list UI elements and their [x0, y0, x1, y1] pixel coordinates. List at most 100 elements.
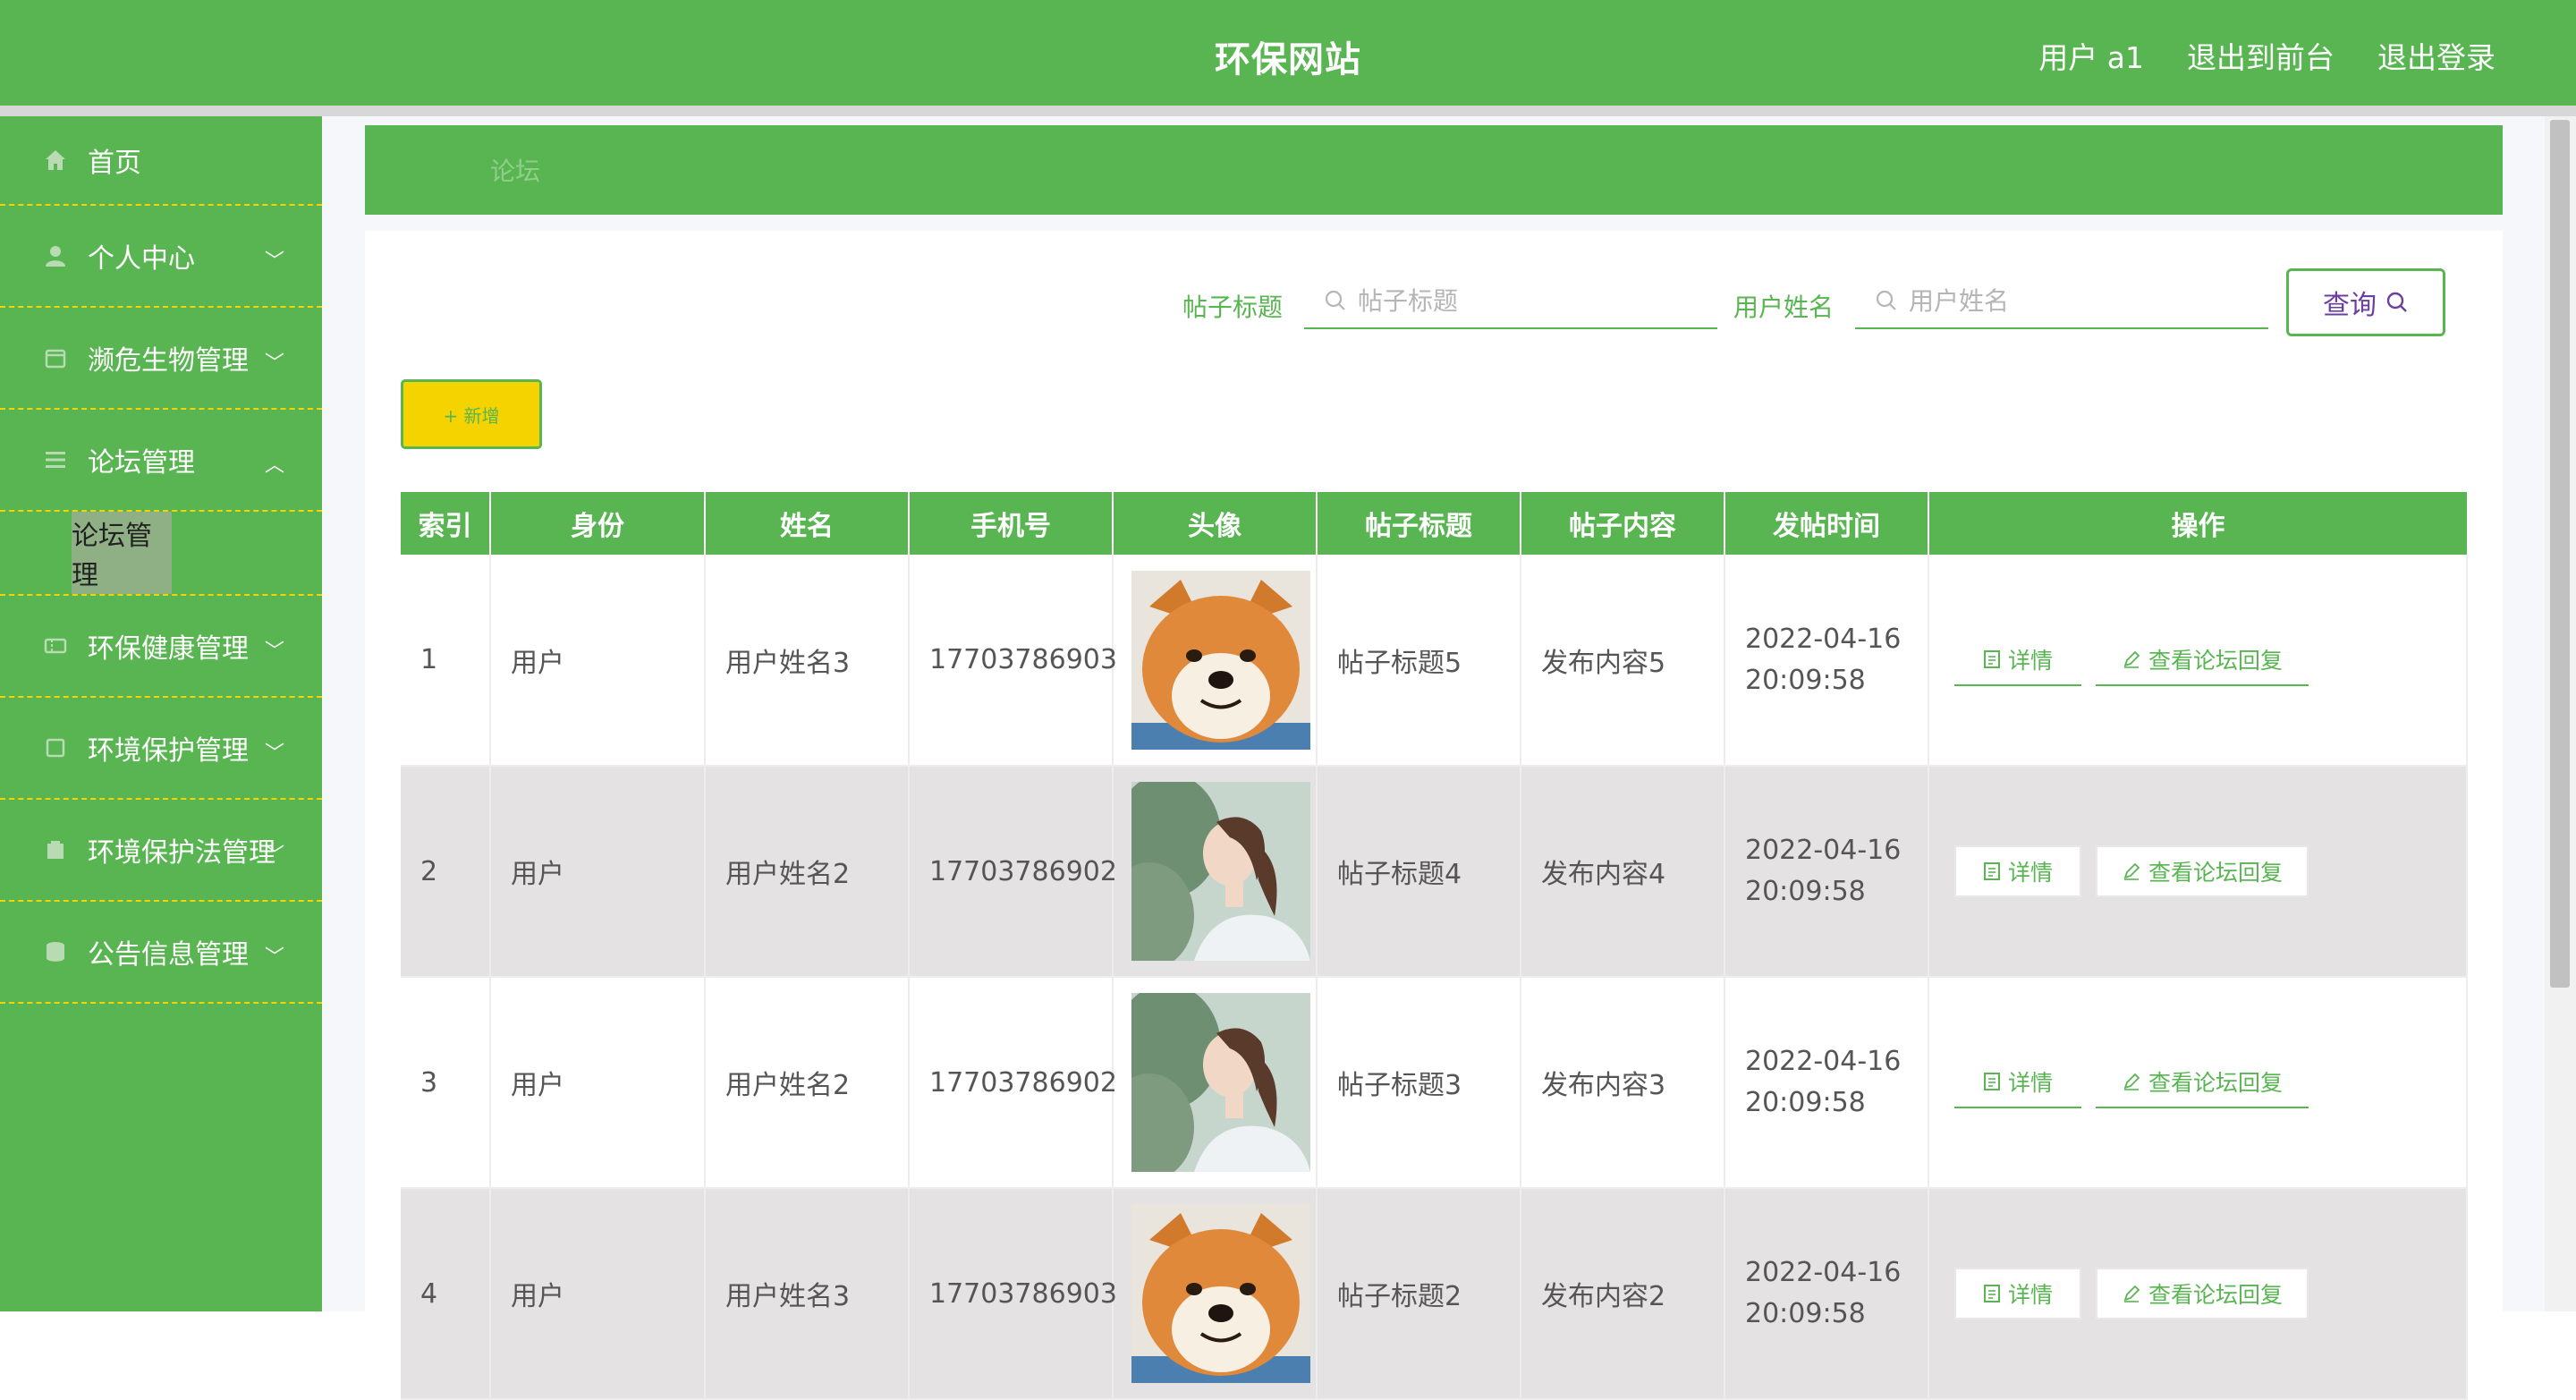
- back-to-front-link[interactable]: 退出到前台: [2187, 34, 2334, 77]
- sidebar-item-env-protection[interactable]: 环境保护管理 ﹀: [0, 698, 322, 800]
- view-replies-button[interactable]: 查看论坛回复: [2096, 633, 2309, 686]
- girl-portrait-image: [1131, 993, 1310, 1172]
- view-replies-button-label: 查看论坛回复: [2148, 860, 2283, 886]
- edit-icon: [2123, 1073, 2140, 1090]
- column-header-name: 姓名: [705, 492, 910, 555]
- table-row: 2 用户 用户姓名2 17703786902 帖子标题4 发布内容4 2022-…: [401, 766, 2468, 978]
- cell-index: 1: [401, 555, 491, 767]
- chevron-down-icon: ﹀: [264, 352, 284, 375]
- scrollbar-thumb[interactable]: [2550, 120, 2570, 988]
- view-replies-button[interactable]: 查看论坛回复: [2096, 1268, 2309, 1319]
- row-actions: 详情 查看论坛回复: [1949, 633, 2466, 686]
- forum-table: 索引 身份 姓名 手机号 头像 帖子标题 帖子内容 发帖时间 操作 1 用户 用…: [401, 492, 2468, 1400]
- view-replies-button-label: 查看论坛回复: [2148, 647, 2283, 674]
- column-header-content: 帖子内容: [1521, 492, 1725, 555]
- breadcrumb-current: 论坛: [490, 157, 541, 186]
- cell-actions: 详情 查看论坛回复: [1928, 555, 2468, 767]
- table-header-row: 索引 身份 姓名 手机号 头像 帖子标题 帖子内容 发帖时间 操作: [401, 492, 2467, 555]
- view-replies-button[interactable]: 查看论坛回复: [2096, 1056, 2309, 1108]
- cell-time: 2022-04-16 20:09:58: [1724, 977, 1929, 1189]
- cell-title: 帖子标题4: [1317, 766, 1521, 978]
- edit-icon: [2123, 1285, 2140, 1302]
- avatar[interactable]: [1131, 1204, 1310, 1383]
- cell-actions: 详情 查看论坛回复: [1928, 766, 2468, 978]
- username-search-input[interactable]: [1907, 284, 2250, 317]
- query-button[interactable]: 查询: [2286, 268, 2445, 336]
- cell-phone: 17703786902: [909, 977, 1117, 1189]
- table-row: 3 用户 用户姓名2 17703786902 帖子标题3 发布内容3 2022-…: [401, 977, 2468, 1189]
- cell-time: 2022-04-16 20:09:58: [1724, 1188, 1929, 1400]
- box-icon: [43, 735, 68, 760]
- forum-submenu: 论坛管理: [0, 512, 322, 596]
- cell-time: 2022-04-16 20:09:58: [1724, 555, 1929, 767]
- cell-index: 3: [401, 977, 491, 1189]
- sidebar: 首页 个人中心 ﹀ 濒危生物管理 ﹀ 论坛管理 ︿ 论坛管理 环保健康管理 ﹀: [0, 116, 322, 1311]
- avatar[interactable]: [1131, 993, 1310, 1172]
- cell-index: 4: [401, 1188, 491, 1400]
- document-icon: [1983, 862, 2000, 880]
- sidebar-item-announcements[interactable]: 公告信息管理 ﹀: [0, 902, 322, 1004]
- vertical-scrollbar[interactable]: [2545, 116, 2576, 1311]
- chevron-down-icon: ﹀: [264, 946, 284, 969]
- sidebar-item-home[interactable]: 首页: [0, 116, 322, 206]
- column-header-title: 帖子标题: [1317, 492, 1521, 555]
- cell-role: 用户: [490, 555, 706, 767]
- detail-button[interactable]: 详情: [1954, 1056, 2081, 1108]
- sidebar-item-env-law[interactable]: 环境保护法管理 ﹀: [0, 800, 322, 902]
- chevron-down-icon: ﹀: [264, 844, 284, 867]
- cell-name: 用户姓名2: [705, 977, 910, 1189]
- cell-actions: 详情 查看论坛回复: [1928, 977, 2468, 1189]
- view-replies-button[interactable]: 查看论坛回复: [2096, 845, 2309, 897]
- cell-content: 发布内容3: [1521, 977, 1725, 1189]
- avatar[interactable]: [1131, 570, 1310, 750]
- user-icon: [43, 243, 68, 268]
- search-icon: [1324, 289, 1347, 312]
- add-button[interactable]: + 新增: [401, 379, 542, 449]
- avatar[interactable]: [1131, 782, 1310, 961]
- row-actions: 详情 查看论坛回复: [1949, 1056, 2466, 1108]
- ticket-icon: [43, 633, 68, 658]
- detail-button-label: 详情: [2007, 1070, 2053, 1096]
- column-header-role: 身份: [490, 492, 706, 555]
- logout-link[interactable]: 退出登录: [2377, 34, 2496, 77]
- breadcrumb: 论坛: [365, 125, 2503, 215]
- sidebar-item-personal-center[interactable]: 个人中心 ﹀: [0, 206, 322, 308]
- sidebar-item-label: 环境保护法管理: [88, 837, 275, 869]
- header-actions: 用户 a1 退出到前台 退出登录: [2038, 34, 2496, 77]
- chevron-down-icon: ﹀: [264, 742, 284, 765]
- detail-button-label: 详情: [2007, 1282, 2053, 1308]
- cell-title: 帖子标题5: [1317, 555, 1521, 767]
- row-actions: 详情 查看论坛回复: [1949, 1268, 2466, 1319]
- shiba-dog-image: [1131, 1204, 1310, 1383]
- chevron-up-icon: ︿: [264, 454, 284, 477]
- list-icon: [43, 447, 68, 472]
- detail-button-label: 详情: [2007, 860, 2053, 886]
- row-actions: 详情 查看论坛回复: [1949, 845, 2466, 897]
- detail-button[interactable]: 详情: [1954, 633, 2081, 686]
- home-icon: [43, 148, 68, 173]
- sidebar-item-label: 濒危生物管理: [88, 345, 249, 377]
- column-header-index: 索引: [401, 492, 491, 555]
- sidebar-item-eco-health[interactable]: 环保健康管理 ﹀: [0, 596, 322, 698]
- detail-button[interactable]: 详情: [1954, 1268, 2081, 1319]
- girl-portrait-image: [1131, 782, 1310, 961]
- edit-icon: [2123, 862, 2140, 880]
- sidebar-item-endangered-species[interactable]: 濒危生物管理 ﹀: [0, 308, 322, 410]
- title-search-field: [1304, 274, 1717, 329]
- detail-button[interactable]: 详情: [1954, 845, 2081, 897]
- cell-index: 2: [401, 766, 491, 978]
- document-icon: [1983, 1285, 2000, 1302]
- sidebar-item-label: 环境保护管理: [88, 735, 249, 767]
- cell-role: 用户: [490, 1188, 706, 1400]
- sidebar-item-forum-management[interactable]: 论坛管理 ︿: [0, 410, 322, 512]
- cell-content: 发布内容4: [1521, 766, 1725, 978]
- column-header-avatar: 头像: [1113, 492, 1318, 555]
- submenu-item-forum-management[interactable]: 论坛管理: [72, 512, 172, 594]
- query-button-label: 查询: [2323, 290, 2377, 321]
- cell-content: 发布内容5: [1521, 555, 1725, 767]
- title-search-label: 帖子标题: [1182, 293, 1284, 322]
- view-replies-button-label: 查看论坛回复: [2148, 1070, 2283, 1096]
- document-icon: [1983, 1073, 2000, 1090]
- cell-title: 帖子标题3: [1317, 977, 1521, 1189]
- title-search-input[interactable]: [1356, 284, 1699, 317]
